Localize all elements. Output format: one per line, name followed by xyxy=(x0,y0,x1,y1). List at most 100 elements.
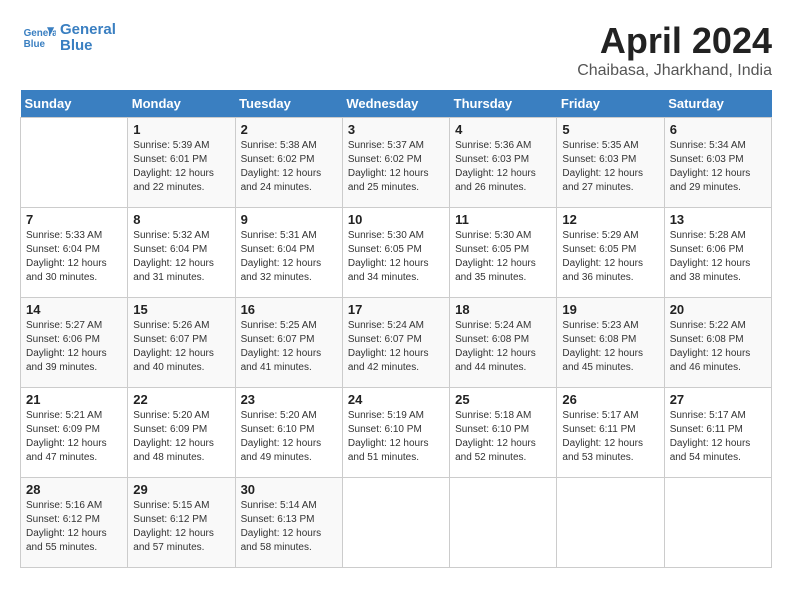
calendar-cell xyxy=(664,478,771,568)
calendar-week-1: 1 Sunrise: 5:39 AM Sunset: 6:01 PM Daylig… xyxy=(21,118,772,208)
calendar-cell: 10Sunrise: 5:30 AM Sunset: 6:05 PM Dayli… xyxy=(342,208,449,298)
day-number: 4 xyxy=(455,122,551,137)
logo-text-general: General xyxy=(60,22,116,39)
calendar-cell: 1 Sunrise: 5:39 AM Sunset: 6:01 PM Daylig… xyxy=(128,118,235,208)
calendar-cell: 20Sunrise: 5:22 AM Sunset: 6:08 PM Dayli… xyxy=(664,298,771,388)
calendar-cell: 9Sunrise: 5:31 AM Sunset: 6:04 PM Daylig… xyxy=(235,208,342,298)
day-info: Sunrise: 5:27 AM Sunset: 6:06 PM Dayligh… xyxy=(26,319,122,375)
calendar-cell: 22 Sunrise: 5:20 AM Sunset: 6:09 PM Dayli… xyxy=(128,388,235,478)
day-number: 28 xyxy=(26,482,122,497)
calendar-body: 1 Sunrise: 5:39 AM Sunset: 6:01 PM Daylig… xyxy=(21,118,772,568)
calendar-cell xyxy=(342,478,449,568)
day-info: Sunrise: 5:20 AM Sunset: 6:09 PM Dayligh… xyxy=(133,409,229,465)
day-number: 14 xyxy=(26,302,122,317)
calendar-cell: 8Sunrise: 5:32 AM Sunset: 6:04 PM Daylig… xyxy=(128,208,235,298)
day-number: 18 xyxy=(455,302,551,317)
day-info: Sunrise: 5:37 AM Sunset: 6:02 PM Dayligh… xyxy=(348,139,444,195)
calendar-cell: 3 Sunrise: 5:37 AM Sunset: 6:02 PM Daylig… xyxy=(342,118,449,208)
day-info: Sunrise: 5:30 AM Sunset: 6:05 PM Dayligh… xyxy=(455,229,551,285)
calendar-cell: 25Sunrise: 5:18 AM Sunset: 6:10 PM Dayli… xyxy=(450,388,557,478)
calendar-cell: 4 Sunrise: 5:36 AM Sunset: 6:03 PM Daylig… xyxy=(450,118,557,208)
calendar-table: SundayMondayTuesdayWednesdayThursdayFrid… xyxy=(20,90,772,568)
day-info: Sunrise: 5:26 AM Sunset: 6:07 PM Dayligh… xyxy=(133,319,229,375)
weekday-header-wednesday: Wednesday xyxy=(342,90,449,118)
day-info: Sunrise: 5:20 AM Sunset: 6:10 PM Dayligh… xyxy=(241,409,337,465)
day-number: 12 xyxy=(562,212,658,227)
day-info: Sunrise: 5:35 AM Sunset: 6:03 PM Dayligh… xyxy=(562,139,658,195)
calendar-cell: 29Sunrise: 5:15 AM Sunset: 6:12 PM Dayli… xyxy=(128,478,235,568)
day-info: Sunrise: 5:17 AM Sunset: 6:11 PM Dayligh… xyxy=(562,409,658,465)
calendar-cell: 30 Sunrise: 5:14 AM Sunset: 6:13 PM Dayli… xyxy=(235,478,342,568)
day-info: Sunrise: 5:19 AM Sunset: 6:10 PM Dayligh… xyxy=(348,409,444,465)
svg-text:Blue: Blue xyxy=(24,39,46,50)
day-info: Sunrise: 5:14 AM Sunset: 6:13 PM Dayligh… xyxy=(241,499,337,555)
weekday-header-monday: Monday xyxy=(128,90,235,118)
day-number: 1 xyxy=(133,122,229,137)
weekday-header-row: SundayMondayTuesdayWednesdayThursdayFrid… xyxy=(21,90,772,118)
day-info: Sunrise: 5:29 AM Sunset: 6:05 PM Dayligh… xyxy=(562,229,658,285)
day-number: 13 xyxy=(670,212,766,227)
calendar-cell: 2Sunrise: 5:38 AM Sunset: 6:02 PM Daylig… xyxy=(235,118,342,208)
weekday-header-thursday: Thursday xyxy=(450,90,557,118)
calendar-cell: 24 Sunrise: 5:19 AM Sunset: 6:10 PM Dayli… xyxy=(342,388,449,478)
day-info: Sunrise: 5:24 AM Sunset: 6:08 PM Dayligh… xyxy=(455,319,551,375)
day-number: 9 xyxy=(241,212,337,227)
day-number: 30 xyxy=(241,482,337,497)
weekday-header-friday: Friday xyxy=(557,90,664,118)
calendar-cell: 23 Sunrise: 5:20 AM Sunset: 6:10 PM Dayli… xyxy=(235,388,342,478)
day-info: Sunrise: 5:16 AM Sunset: 6:12 PM Dayligh… xyxy=(26,499,122,555)
day-info: Sunrise: 5:15 AM Sunset: 6:12 PM Dayligh… xyxy=(133,499,229,555)
subtitle: Chaibasa, Jharkhand, India xyxy=(577,62,772,80)
calendar-cell: 26 Sunrise: 5:17 AM Sunset: 6:11 PM Dayli… xyxy=(557,388,664,478)
calendar-cell: 7Sunrise: 5:33 AM Sunset: 6:04 PM Daylig… xyxy=(21,208,128,298)
calendar-cell: 13 Sunrise: 5:28 AM Sunset: 6:06 PM Dayli… xyxy=(664,208,771,298)
calendar-cell xyxy=(21,118,128,208)
page-header: General Blue General Blue April 2024 Cha… xyxy=(20,20,772,80)
calendar-cell: 27Sunrise: 5:17 AM Sunset: 6:11 PM Dayli… xyxy=(664,388,771,478)
calendar-cell: 17 Sunrise: 5:24 AM Sunset: 6:07 PM Dayli… xyxy=(342,298,449,388)
calendar-cell xyxy=(450,478,557,568)
day-info: Sunrise: 5:30 AM Sunset: 6:05 PM Dayligh… xyxy=(348,229,444,285)
logo-text-blue: Blue xyxy=(60,38,93,55)
calendar-cell: 12 Sunrise: 5:29 AM Sunset: 6:05 PM Dayli… xyxy=(557,208,664,298)
calendar-cell: 19 Sunrise: 5:23 AM Sunset: 6:08 PM Dayli… xyxy=(557,298,664,388)
day-info: Sunrise: 5:18 AM Sunset: 6:10 PM Dayligh… xyxy=(455,409,551,465)
day-number: 11 xyxy=(455,212,551,227)
weekday-header-saturday: Saturday xyxy=(664,90,771,118)
day-number: 17 xyxy=(348,302,444,317)
calendar-cell: 11 Sunrise: 5:30 AM Sunset: 6:05 PM Dayli… xyxy=(450,208,557,298)
day-info: Sunrise: 5:24 AM Sunset: 6:07 PM Dayligh… xyxy=(348,319,444,375)
calendar-week-5: 28 Sunrise: 5:16 AM Sunset: 6:12 PM Dayli… xyxy=(21,478,772,568)
title-block: April 2024 Chaibasa, Jharkhand, India xyxy=(577,20,772,80)
calendar-cell: 6Sunrise: 5:34 AM Sunset: 6:03 PM Daylig… xyxy=(664,118,771,208)
day-number: 22 xyxy=(133,392,229,407)
calendar-cell xyxy=(557,478,664,568)
day-number: 24 xyxy=(348,392,444,407)
day-number: 15 xyxy=(133,302,229,317)
day-info: Sunrise: 5:23 AM Sunset: 6:08 PM Dayligh… xyxy=(562,319,658,375)
calendar-cell: 28 Sunrise: 5:16 AM Sunset: 6:12 PM Dayli… xyxy=(21,478,128,568)
logo-icon: General Blue xyxy=(20,20,56,56)
main-title: April 2024 xyxy=(577,20,772,62)
weekday-header-sunday: Sunday xyxy=(21,90,128,118)
day-number: 27 xyxy=(670,392,766,407)
calendar-week-4: 21 Sunrise: 5:21 AM Sunset: 6:09 PM Dayli… xyxy=(21,388,772,478)
day-info: Sunrise: 5:36 AM Sunset: 6:03 PM Dayligh… xyxy=(455,139,551,195)
day-info: Sunrise: 5:39 AM Sunset: 6:01 PM Dayligh… xyxy=(133,139,229,195)
calendar-cell: 14 Sunrise: 5:27 AM Sunset: 6:06 PM Dayli… xyxy=(21,298,128,388)
calendar-week-2: 7Sunrise: 5:33 AM Sunset: 6:04 PM Daylig… xyxy=(21,208,772,298)
day-number: 21 xyxy=(26,392,122,407)
calendar-cell: 15 Sunrise: 5:26 AM Sunset: 6:07 PM Dayli… xyxy=(128,298,235,388)
day-number: 26 xyxy=(562,392,658,407)
day-number: 23 xyxy=(241,392,337,407)
day-info: Sunrise: 5:21 AM Sunset: 6:09 PM Dayligh… xyxy=(26,409,122,465)
calendar-cell: 18 Sunrise: 5:24 AM Sunset: 6:08 PM Dayli… xyxy=(450,298,557,388)
day-number: 8 xyxy=(133,212,229,227)
day-number: 3 xyxy=(348,122,444,137)
calendar-week-3: 14 Sunrise: 5:27 AM Sunset: 6:06 PM Dayli… xyxy=(21,298,772,388)
weekday-header-tuesday: Tuesday xyxy=(235,90,342,118)
day-info: Sunrise: 5:28 AM Sunset: 6:06 PM Dayligh… xyxy=(670,229,766,285)
day-number: 19 xyxy=(562,302,658,317)
calendar-cell: 16Sunrise: 5:25 AM Sunset: 6:07 PM Dayli… xyxy=(235,298,342,388)
day-number: 16 xyxy=(241,302,337,317)
